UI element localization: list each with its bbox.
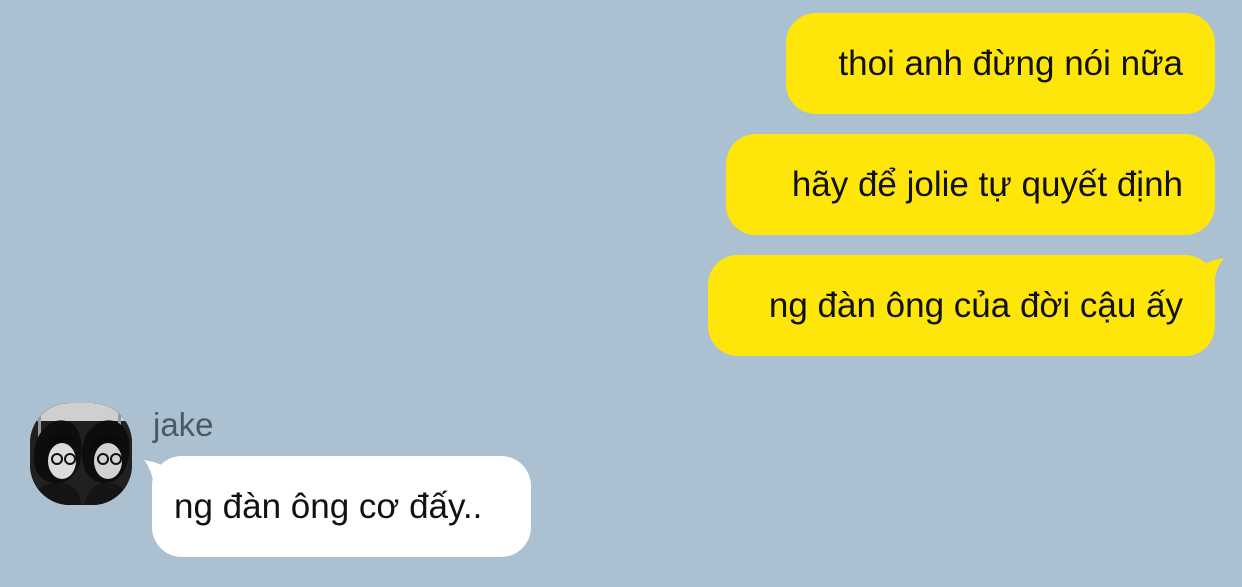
message-text: ng đàn ông cơ đấy.. [174,487,483,526]
outgoing-message-bubble[interactable]: hãy để jolie tự quyết định [726,134,1215,235]
avatar-photo [30,403,132,505]
message-text: ng đàn ông của đời cậu ấy [768,286,1183,325]
outgoing-message-bubble[interactable]: ng đàn ông của đời cậu ấy [708,255,1215,356]
message-text: hãy để jolie tự quyết định [791,165,1183,204]
incoming-message-bubble[interactable]: ng đàn ông cơ đấy.. [152,456,531,557]
outgoing-message-bubble[interactable]: thoi anh đừng nói nữa [786,13,1215,114]
sender-name: jake [153,406,214,443]
chat-area: thoi anh đừng nói nữa hãy để jolie tự qu… [0,0,1242,587]
avatar[interactable] [30,403,132,505]
message-text: thoi anh đừng nói nữa [838,44,1183,83]
